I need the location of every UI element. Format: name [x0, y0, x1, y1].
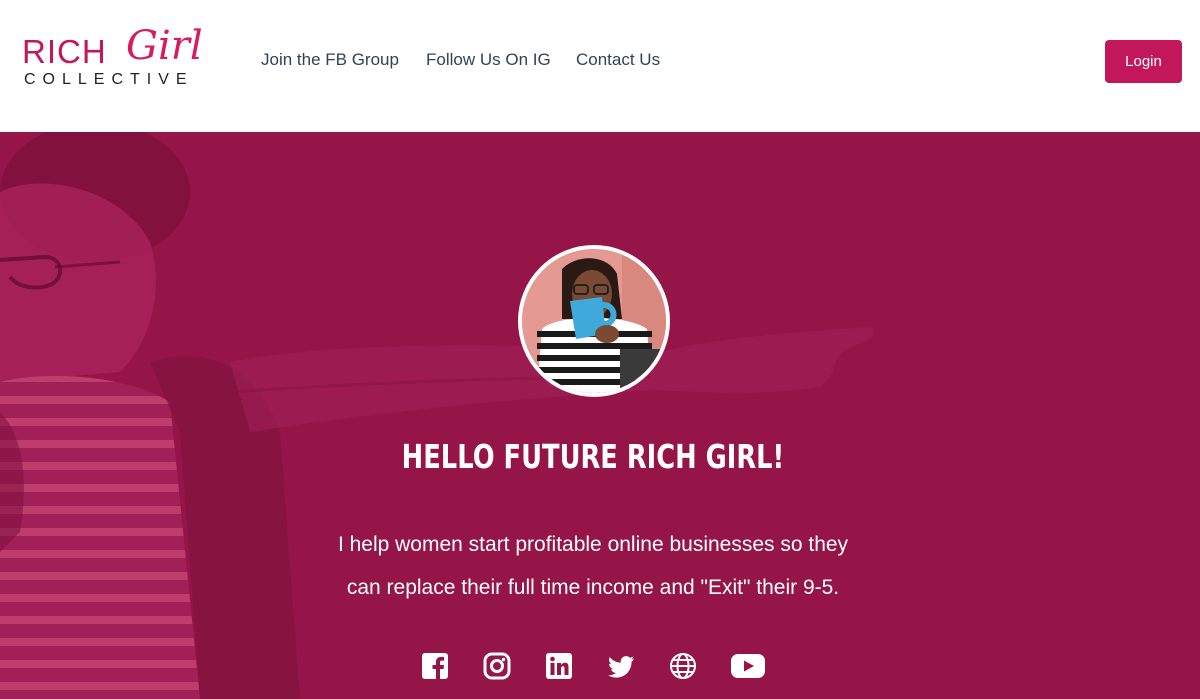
- nav-link-join-fb-group[interactable]: Join the FB Group: [261, 50, 399, 70]
- hero-description-line-2: can replace their full time income and "…: [346, 576, 840, 599]
- login-button[interactable]: Login: [1105, 40, 1182, 83]
- site-header: RICH Girl COLLECTIVE Join the FB Group F…: [0, 0, 1200, 132]
- logo-girl-script: Girl: [126, 23, 203, 69]
- profile-avatar: [518, 245, 670, 397]
- instagram-link[interactable]: [481, 650, 513, 682]
- hero-description-line-1: I help women start profitable online bus…: [337, 533, 849, 556]
- youtube-link[interactable]: [730, 650, 766, 682]
- facebook-link[interactable]: [419, 650, 451, 682]
- avatar-photo: [522, 249, 666, 393]
- social-links: [0, 650, 1200, 682]
- hero-background-photo: [0, 132, 874, 699]
- twitter-icon: [608, 656, 634, 678]
- brand-logo[interactable]: RICH Girl COLLECTIVE: [22, 26, 222, 94]
- facebook-icon: [422, 653, 448, 679]
- instagram-icon: [483, 652, 511, 680]
- globe-icon: [670, 653, 696, 679]
- youtube-icon: [731, 654, 765, 678]
- logo-collective-text: COLLECTIVE: [24, 71, 194, 88]
- logo-rich-text: RICH: [22, 33, 107, 70]
- twitter-link[interactable]: [605, 650, 637, 682]
- nav-link-contact-us[interactable]: Contact Us: [576, 50, 660, 70]
- linkedin-link[interactable]: [543, 650, 575, 682]
- hero-title: HELLO FUTURE RICH GIRL!: [401, 437, 785, 476]
- linkedin-icon: [546, 653, 572, 679]
- hero-section: HELLO FUTURE RICH GIRL! I help women sta…: [0, 132, 1200, 699]
- nav-link-follow-ig[interactable]: Follow Us On IG: [426, 50, 551, 70]
- website-link[interactable]: [667, 650, 699, 682]
